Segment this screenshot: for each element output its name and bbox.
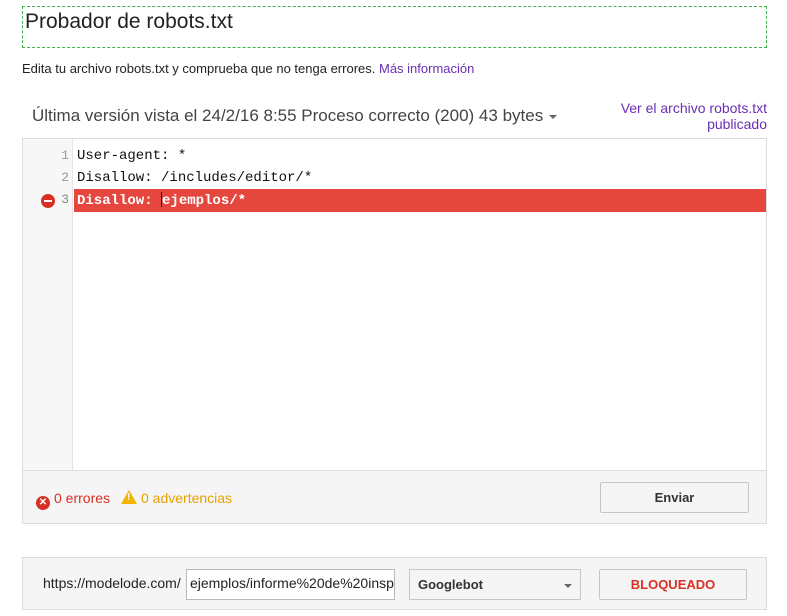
- warning-triangle-icon: [121, 490, 137, 504]
- editor-line[interactable]: 1 User-agent: *: [23, 145, 766, 168]
- caret-down-icon: [549, 114, 558, 119]
- warnings-label: 0 advertencias: [141, 490, 233, 506]
- line-code-after-cursor: ejemplos/*: [162, 193, 247, 209]
- url-prefix: https://modelode.com/: [43, 575, 181, 591]
- editor-line-error[interactable]: 3 Disallow: ejemplos/*: [23, 189, 766, 212]
- intro-text: Edita tu archivo robots.txt y comprueba …: [22, 61, 474, 76]
- send-button[interactable]: Enviar: [600, 482, 749, 513]
- view-published-file-link[interactable]: Ver el archivo robots.txt publicado: [587, 100, 767, 132]
- line-number: 3: [61, 192, 69, 207]
- errors-count: ✕ 0 errores: [36, 490, 110, 510]
- line-number: 1: [61, 148, 69, 163]
- robots-txt-editor[interactable]: 1 User-agent: * 2 Disallow: /includes/ed…: [22, 138, 767, 471]
- x-circle-icon: ✕: [36, 496, 50, 510]
- warnings-count: 0 advertencias: [121, 490, 232, 506]
- url-test-bar: https://modelode.com/ ejemplos/informe%2…: [22, 557, 767, 610]
- user-agent-value: Googlebot: [418, 577, 483, 592]
- version-dropdown[interactable]: Última versión vista el 24/2/16 8:55 Pro…: [32, 106, 558, 126]
- line-code: Disallow: ejemplos/*: [77, 192, 246, 209]
- status-bar: ✕ 0 errores 0 advertencias Enviar: [22, 471, 767, 524]
- errors-label: 0 errores: [54, 490, 111, 506]
- caret-down-icon: [564, 584, 572, 588]
- editor-line[interactable]: 2 Disallow: /includes/editor/*: [23, 167, 766, 190]
- version-bar: Última versión vista el 24/2/16 8:55 Pro…: [22, 96, 767, 138]
- line-code: Disallow: /includes/editor/*: [77, 170, 313, 186]
- line-number: 2: [61, 170, 69, 185]
- url-path-input[interactable]: ejemplos/informe%20de%20inspeccion: [186, 569, 395, 600]
- page-title: Probador de robots.txt: [22, 6, 767, 48]
- version-label: Última versión vista el 24/2/16 8:55 Pro…: [32, 106, 544, 125]
- user-agent-dropdown[interactable]: Googlebot: [409, 569, 581, 600]
- line-code: User-agent: *: [77, 148, 187, 164]
- page-title-text: Probador de robots.txt: [25, 10, 233, 33]
- intro-description: Edita tu archivo robots.txt y comprueba …: [22, 61, 379, 76]
- test-result-button[interactable]: BLOQUEADO: [599, 569, 747, 600]
- line-code-before-cursor: Disallow:: [77, 193, 162, 209]
- more-info-link[interactable]: Más información: [379, 61, 474, 76]
